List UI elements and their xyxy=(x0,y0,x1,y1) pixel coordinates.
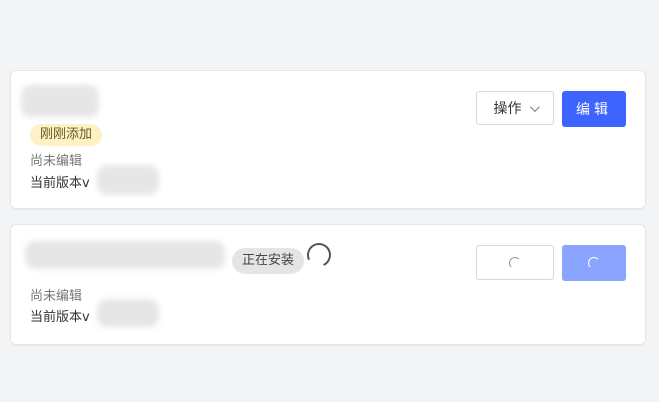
blurred-version-number xyxy=(97,165,159,195)
blurred-plugin-name xyxy=(25,241,225,269)
version-label: 当前版本v xyxy=(30,176,90,191)
edit-status: 尚未编辑 xyxy=(30,289,83,304)
plugin-card-1: 刚刚添加 尚未编辑 当前版本v 操作 编辑 xyxy=(10,70,646,209)
edit-status: 尚未编辑 xyxy=(30,154,83,169)
installing-badge: 正在安装 xyxy=(232,248,305,274)
loading-spinner-icon xyxy=(509,256,521,269)
actions-dropdown-button-loading[interactable] xyxy=(476,245,554,280)
blurred-plugin-name xyxy=(21,85,99,117)
actions-dropdown-button[interactable]: 操作 xyxy=(476,91,554,125)
chevron-down-icon xyxy=(529,101,540,112)
loading-spinner-icon xyxy=(588,257,600,269)
plugin-card-2: 正在安装 尚未编辑 当前版本v xyxy=(10,224,646,345)
actions-label: 操作 xyxy=(493,101,522,117)
version-label: 当前版本v xyxy=(30,310,90,325)
edit-button-loading[interactable] xyxy=(562,245,626,281)
blurred-version-number xyxy=(97,299,159,327)
page: { "cards": [ { "tag": "刚刚添加", "status": … xyxy=(0,0,659,402)
loading-spinner-icon xyxy=(303,239,335,271)
recently-added-badge: 刚刚添加 xyxy=(30,124,103,146)
edit-button[interactable]: 编辑 xyxy=(562,91,626,127)
